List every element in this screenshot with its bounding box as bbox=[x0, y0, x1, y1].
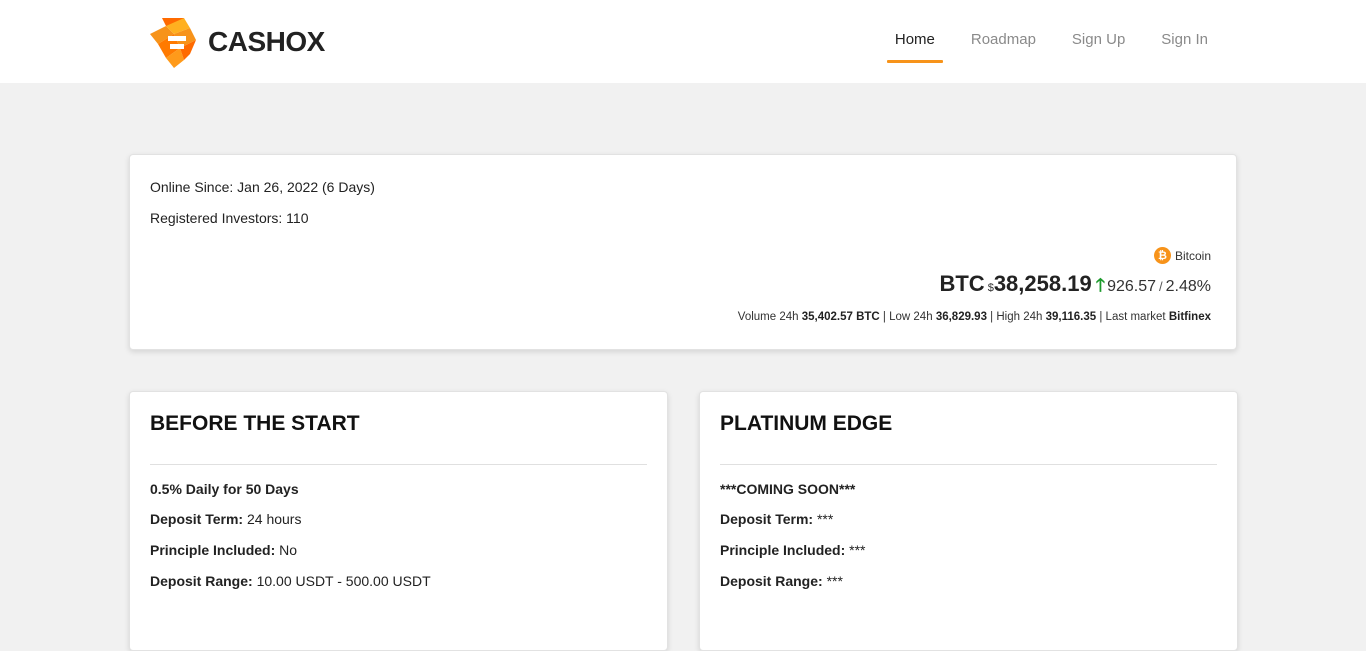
brand-name-ox: OX bbox=[285, 26, 325, 57]
price-change: 926.57 bbox=[1107, 278, 1156, 295]
plan-row-deposit-range: Deposit Range: 10.00 USDT - 500.00 USDT bbox=[150, 573, 431, 589]
nav-item-home[interactable]: Home bbox=[877, 0, 953, 63]
plan-row-principle-included: Principle Included: No bbox=[150, 542, 297, 558]
volume-label: Volume 24h bbox=[737, 311, 799, 323]
plan-row-label: Deposit Range: bbox=[150, 573, 253, 589]
price-row: BTC $ 38,258.19 🡑 926.57 / 2.48% bbox=[738, 271, 1211, 303]
change-separator: / bbox=[1159, 279, 1163, 294]
plan-row-label: Deposit Term: bbox=[720, 511, 814, 527]
stats-card: Online Since: Jan 26, 2022 (6 Days) Regi… bbox=[129, 154, 1237, 350]
plan-headline-text: ***COMING SOON*** bbox=[720, 481, 856, 497]
site-header: CASHOX Home Roadmap Sign Up Sign In bbox=[0, 0, 1366, 83]
plan-row-label: Principle Included: bbox=[150, 542, 276, 558]
brand-name: CASHOX bbox=[208, 26, 325, 58]
brand-name-cash: CASH bbox=[208, 26, 286, 57]
brand-logo[interactable]: CASHOX bbox=[144, 14, 325, 70]
plan-headline: 0.5% Daily for 50 Days bbox=[150, 481, 299, 497]
plan-row-label: Deposit Range: bbox=[720, 573, 823, 589]
btc-price: 38,258.19 bbox=[993, 271, 1092, 296]
plan-row-value: *** bbox=[816, 511, 834, 527]
plan-headline-text: 0.5% Daily for 50 Days bbox=[150, 481, 299, 497]
plan-row-deposit-range: Deposit Range: *** bbox=[720, 573, 843, 589]
plan-row-deposit-term: Deposit Term: 24 hours bbox=[150, 511, 301, 527]
plan-row-value: 24 hours bbox=[246, 511, 302, 527]
btc-price-widget: ₿ Bitcoin BTC $ 38,258.19 🡑 926.57 / 2.4… bbox=[738, 247, 1211, 323]
plan-title: PLATINUM EDGE bbox=[720, 412, 893, 435]
plan-card-before-the-start: BEFORE THE START 0.5% Daily for 50 Days … bbox=[129, 391, 668, 651]
coin-name-row: ₿ Bitcoin bbox=[738, 247, 1211, 264]
last-market-label: Last market bbox=[1105, 311, 1166, 323]
low-value: 36,829.93 bbox=[935, 311, 987, 323]
plan-row-value: *** bbox=[826, 573, 843, 589]
volume-value: 35,402.57 BTC bbox=[801, 311, 880, 323]
nav-item-sign-up[interactable]: Sign Up bbox=[1054, 0, 1143, 63]
last-market-value: Bitfinex bbox=[1168, 311, 1211, 323]
plan-divider bbox=[720, 464, 1217, 465]
plan-row-principle-included: Principle Included: *** bbox=[720, 542, 866, 558]
high-value: 39,116.35 bbox=[1045, 311, 1097, 323]
high-label: High 24h bbox=[996, 311, 1043, 323]
nav-item-sign-in[interactable]: Sign In bbox=[1143, 0, 1226, 63]
market-stats-row: Volume 24h 35,402.57 BTC | Low 24h 36,82… bbox=[737, 311, 1211, 323]
plan-divider bbox=[150, 464, 647, 465]
plan-row-deposit-term: Deposit Term: *** bbox=[720, 511, 833, 527]
online-since-text: Online Since: Jan 26, 2022 (6 Days) bbox=[150, 179, 375, 195]
plan-row-label: Principle Included: bbox=[720, 542, 846, 558]
nav-item-roadmap[interactable]: Roadmap bbox=[953, 0, 1054, 63]
low-label: Low 24h bbox=[889, 311, 933, 323]
arrow-up-icon: 🡑 bbox=[1095, 275, 1106, 295]
plan-headline: ***COMING SOON*** bbox=[720, 481, 855, 497]
plan-title: BEFORE THE START bbox=[150, 412, 360, 435]
price-change-percent: 2.48% bbox=[1165, 278, 1211, 295]
plan-card-platinum-edge: PLATINUM EDGE ***COMING SOON*** Deposit … bbox=[699, 391, 1238, 651]
coin-symbol: BTC bbox=[939, 271, 985, 296]
registered-investors-text: Registered Investors: 110 bbox=[150, 210, 309, 226]
coin-name-label: Bitcoin bbox=[1174, 248, 1211, 263]
bitcoin-icon: ₿ bbox=[1153, 247, 1171, 264]
plan-row-label: Deposit Term: bbox=[150, 511, 244, 527]
plan-row-value: No bbox=[279, 542, 298, 558]
plan-row-value: 10.00 USDT - 500.00 USDT bbox=[256, 573, 431, 589]
main-nav: Home Roadmap Sign Up Sign In bbox=[877, 0, 1226, 83]
plan-row-value: *** bbox=[849, 542, 866, 558]
ox-logo-icon bbox=[150, 18, 196, 68]
